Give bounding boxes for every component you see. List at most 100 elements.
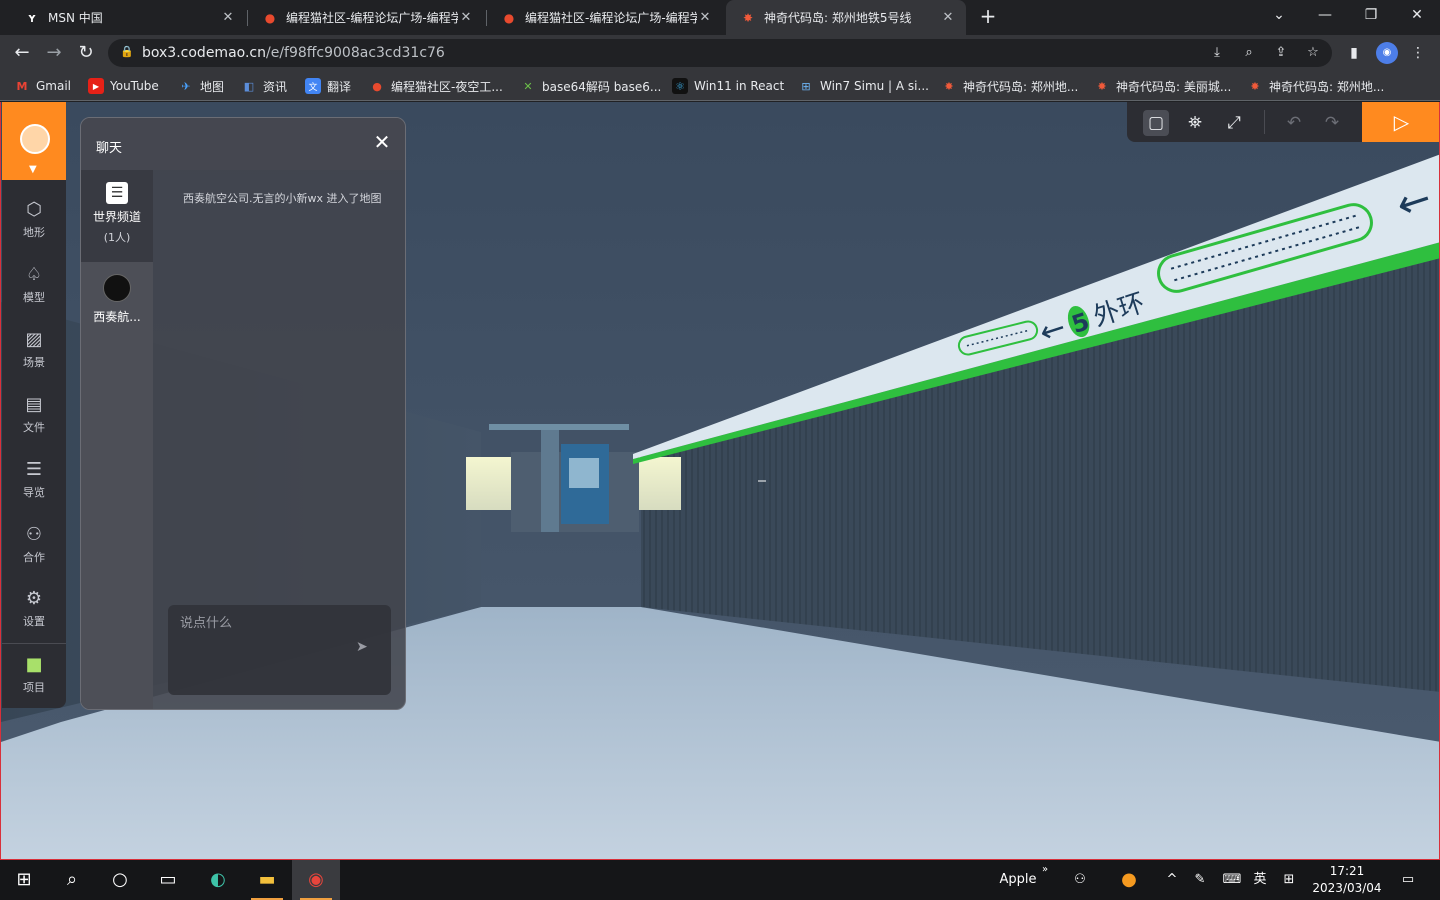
pen-icon[interactable]: ✎ (1188, 860, 1212, 900)
edge-icon[interactable]: ◐ (194, 860, 242, 900)
chat-input[interactable] (180, 613, 370, 633)
close-icon[interactable]: ✕ (370, 130, 394, 154)
folder-icon: ▤ (25, 394, 43, 415)
ime-label[interactable]: 英 (1248, 860, 1272, 900)
sidebar-item-project[interactable]: ■ 项目 (2, 647, 66, 703)
bookmark-news[interactable]: ◧ 资讯 (241, 77, 287, 95)
bookmark-youtube[interactable]: ▶ YouTube (88, 77, 159, 95)
orange-app-icon[interactable]: ● (1115, 860, 1143, 900)
chat-panel: 聊天 ✕ ☰ 世界频道 (1人) 西奏航... 西奏航空公司.无言的小新wx 进… (80, 117, 406, 710)
gear-icon: ⚙ (25, 588, 43, 609)
sidebar-item-guide[interactable]: ☰ 导览 (2, 452, 66, 508)
bookmark-maps[interactable]: ✈ 地图 (178, 77, 224, 95)
codemao-icon: ● (503, 10, 515, 25)
chrome-icon[interactable]: ◉ (292, 860, 340, 900)
people-icon[interactable]: ⚇ (1066, 860, 1094, 900)
channel-name: 西奏航... (93, 310, 141, 324)
undo-icon[interactable]: ↶ (1281, 110, 1307, 136)
send-icon[interactable]: ➤ (356, 639, 376, 659)
tray-label[interactable]: Apple (994, 860, 1042, 900)
install-icon[interactable]: ⤓ (1208, 44, 1226, 62)
chat-channel-list: ☰ 世界频道 (1人) 西奏航... (81, 170, 153, 709)
box3-icon: ✸ (1250, 79, 1260, 93)
sidebar-item-model[interactable]: ♤ 模型 (2, 257, 66, 313)
side-panel-icon[interactable]: ▮ (1344, 43, 1364, 63)
chevron-right-icon[interactable]: » (1038, 860, 1052, 900)
search-icon[interactable]: ⌕ (48, 860, 96, 900)
bookmark-win7[interactable]: ⊞ Win7 Simu | A si... (798, 77, 929, 95)
bookmark-codemao[interactable]: ● 编程猫社区-夜空工... (369, 77, 503, 95)
avatar (103, 274, 131, 302)
react-icon: ⚛ (672, 78, 688, 94)
redo-icon[interactable]: ↷ (1319, 110, 1345, 136)
translate-icon: 文 (305, 78, 321, 94)
restore-button[interactable]: ❐ (1348, 0, 1394, 32)
editor-viewport[interactable]: ← 5 外环 ← ▼ ⬡ 地形 ♤ 模型 ▨ 场景 ▤ 文件 ☰ 导览 ⚇ 合作 ⚙ 设置 ■… (0, 102, 1440, 860)
address-bar[interactable]: 🔒 box3.codemao.cn/e/f98ffc9008ac3cd31c76… (108, 39, 1332, 67)
sidebar-item-scene[interactable]: ▨ 场景 (2, 322, 66, 378)
msn-icon: ʏ (27, 10, 37, 25)
reload-button[interactable]: ↻ (72, 39, 100, 67)
chat-input-box[interactable]: ➤ (168, 605, 391, 695)
clock-time: 17:21 (1329, 864, 1365, 878)
youtube-icon: ▶ (88, 78, 104, 94)
minimize-button[interactable]: — (1302, 0, 1348, 32)
windows-taskbar: ⊞ ⌕ ○ ▭ ◐ ▬ ◉ Apple » ⚇ ● ^ ✎ ⌨ 英 ⊞ 17:2… (0, 860, 1440, 900)
close-icon[interactable]: ✕ (940, 10, 956, 25)
tab-codemao-1[interactable]: ● 编程猫社区-编程论坛广场-编程学 ✕ (248, 0, 484, 35)
chat-message: 西奏航空公司.无言的小新wx 进入了地图 (183, 192, 382, 205)
file-explorer-icon[interactable]: ▬ (243, 860, 291, 900)
notification-icon[interactable]: ▭ (1394, 860, 1422, 900)
tree-icon: ♤ (25, 264, 43, 285)
base64-icon: ✕ (523, 79, 533, 93)
cube-icon: ⬡ (26, 199, 42, 220)
bookmark-box3-3[interactable]: ✸ 神奇代码岛: 郑州地... (1247, 77, 1384, 95)
channel-user[interactable]: 西奏航... (81, 262, 153, 709)
share-icon[interactable]: ⇪ (1272, 44, 1290, 62)
channel-world[interactable]: ☰ 世界频道 (1人) (81, 170, 153, 262)
debug-icon[interactable]: ⛯ (1182, 110, 1208, 136)
clock[interactable]: 17:21 2023/03/04 (1308, 863, 1386, 897)
keyboard-icon[interactable]: ⌨ (1218, 860, 1246, 900)
codemao-icon: ● (264, 10, 276, 25)
sidebar-item-files[interactable]: ▤ 文件 (2, 387, 66, 443)
back-button[interactable]: ← (8, 39, 36, 67)
close-icon[interactable]: ✕ (458, 10, 474, 25)
close-icon[interactable]: ✕ (697, 10, 713, 25)
bookmark-gmail[interactable]: M Gmail (14, 77, 72, 95)
browser-toolbar: ← → ↻ 🔒 box3.codemao.cn/e/f98ffc9008ac3c… (0, 35, 1440, 71)
lock-icon: 🔒 (120, 45, 134, 58)
tab-codemao-2[interactable]: ● 编程猫社区-编程论坛广场-编程学 ✕ (487, 0, 723, 35)
sidebar-item-terrain[interactable]: ⬡ 地形 (2, 192, 66, 248)
bookmark-base64[interactable]: ✕ base64解码 base6... (520, 77, 661, 95)
tab-msn[interactable]: ʏ MSN 中国 ✕ (10, 0, 246, 35)
sidebar-item-collab[interactable]: ⚇ 合作 (2, 517, 66, 573)
editor-toolbar: ▢ ⛯ ⤢ ↶ ↷ (1127, 102, 1363, 142)
sidebar-item-settings[interactable]: ⚙ 设置 (2, 581, 66, 637)
profile-avatar[interactable]: ◉ (1376, 42, 1398, 64)
ime-mode-icon[interactable]: ⊞ (1276, 860, 1302, 900)
close-icon[interactable]: ✕ (220, 10, 236, 25)
close-window-button[interactable]: ✕ (1394, 0, 1440, 32)
chat-toggle-icon[interactable]: ▢ (1143, 110, 1169, 136)
bookmark-box3-1[interactable]: ✸ 神奇代码岛: 郑州地... (941, 77, 1078, 95)
play-icon: ▷ (1393, 110, 1410, 134)
tab-box3-active[interactable]: ✸ 神奇代码岛: 郑州地铁5号线 ✕ (726, 0, 966, 35)
chevron-up-icon[interactable]: ^ (1160, 860, 1184, 900)
windows-start-icon[interactable]: ⊞ (0, 860, 48, 900)
menu-icon[interactable]: ⋮ (1408, 43, 1428, 63)
tab-title: 编程猫社区-编程论坛广场-编程学 (525, 11, 697, 25)
bookmark-win11[interactable]: ⚛ Win11 in React (672, 77, 784, 95)
box3-logo[interactable]: ▼ (2, 102, 66, 180)
task-view-icon[interactable]: ▭ (144, 860, 192, 900)
cortana-icon[interactable]: ○ (96, 860, 144, 900)
bookmark-translate[interactable]: 文翻译 (305, 77, 351, 95)
bookmark-star-icon[interactable]: ☆ (1304, 44, 1322, 62)
expand-icon[interactable]: ⤢ (1221, 110, 1247, 136)
forward-button[interactable]: → (40, 39, 68, 67)
zoom-icon[interactable]: ⌕ (1240, 44, 1258, 62)
run-button[interactable]: ▷ (1362, 102, 1439, 142)
bookmark-box3-2[interactable]: ✸ 神奇代码岛: 美丽城... (1094, 77, 1231, 95)
new-tab-button[interactable]: + (976, 5, 1000, 29)
tab-search-icon[interactable]: ⌄ (1256, 0, 1302, 32)
